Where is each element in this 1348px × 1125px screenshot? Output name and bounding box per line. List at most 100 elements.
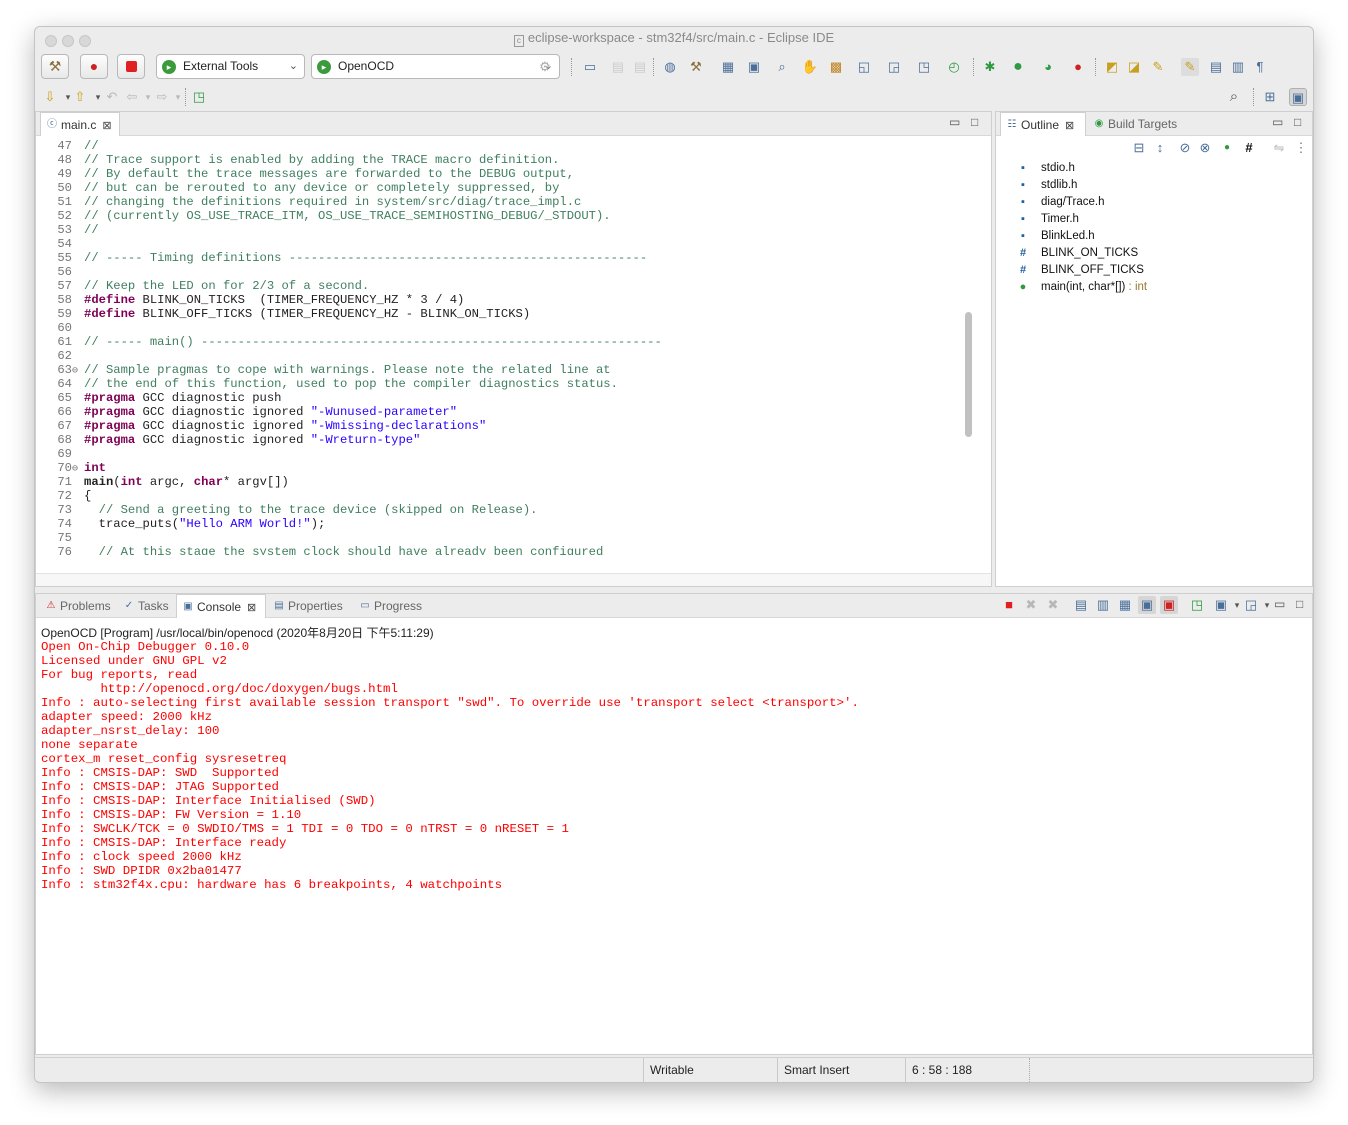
edit-block-icon[interactable]: ▤ (1207, 58, 1225, 76)
toggle-mark-icon[interactable]: ✎ (1181, 58, 1199, 76)
pin-editor-icon[interactable]: ◳ (190, 88, 208, 106)
new-wizard-icon[interactable]: ▭ (581, 58, 599, 76)
search-icon[interactable]: ⌕ (1225, 88, 1243, 106)
code-editor[interactable]: 47 // 48 // Trace support is enabled by add… (36, 139, 966, 555)
new-folder-icon[interactable]: ◲ (885, 58, 903, 76)
outline-item[interactable]: ▪ Timer.h (1021, 211, 1079, 228)
tab-properties[interactable]: ▤ Properties (268, 594, 352, 618)
code-line: 68 #pragma GCC diagnostic ignored "-Wretu… (36, 433, 966, 447)
console-line: Info : CMSIS-DAP: FW Version = 1.10 (41, 808, 302, 822)
tab-tasks[interactable]: ✓ Tasks (118, 594, 174, 618)
outline-item[interactable]: ▪ diag/Trace.h (1021, 194, 1104, 211)
tab-progress[interactable]: ▭ Progress (354, 594, 434, 618)
debug-globe-icon[interactable]: ◍ (661, 58, 679, 76)
hand-icon[interactable]: ✋ (801, 58, 819, 76)
code-keyword: #pragma (84, 405, 136, 419)
open-folder-icon[interactable]: ◪ (1125, 58, 1143, 76)
new-cpp-project-icon[interactable]: ◱ (855, 58, 873, 76)
code-line: 52 // (currently OS_USE_TRACE_ITM, OS_USE… (36, 209, 966, 223)
tab-problems[interactable]: ⚠ Problems (40, 594, 116, 618)
save-all-icon[interactable]: ▤ (631, 58, 649, 76)
pilcrow-icon[interactable]: ¶ (1251, 58, 1269, 76)
outline-panel: ☷ Outline ⊠ ◉ Build Targets ▭ □ ⊟ ↕ ⊘ ⊗ ● #… (995, 111, 1313, 587)
editor-scrollbar[interactable] (965, 312, 972, 437)
bug-icon[interactable]: ✱ (981, 58, 999, 76)
tab-build-targets[interactable]: ◉ Build Targets (1088, 112, 1188, 136)
external-tool-icon[interactable]: ● (1069, 58, 1087, 76)
close-icon[interactable]: ⊠ (102, 120, 111, 132)
line-number: 76 (57, 545, 72, 555)
close-window-button[interactable] (45, 35, 57, 47)
terminate-icon[interactable]: ■ (1000, 596, 1018, 614)
next-annotation-icon[interactable]: ⇩ (41, 88, 59, 106)
sort-icon[interactable]: ↕ (1151, 139, 1169, 157)
new-file-icon[interactable]: ◴ (945, 58, 963, 76)
previous-annotation-icon[interactable]: ⇧ (71, 88, 89, 106)
external-tools-combo[interactable]: ▸ External Tools ⌄ (156, 54, 305, 79)
minimize-icon[interactable]: ▭ (1274, 597, 1285, 611)
outline-item[interactable]: ▪ stdio.h (1021, 160, 1075, 177)
code-token: * argv[]) (223, 475, 289, 489)
hide-fields-icon[interactable]: ⊘ (1176, 139, 1194, 157)
console-line: http://openocd.org/doc/doxygen/bugs.html (41, 682, 398, 696)
tab-main-c[interactable]: ⓒ main.c ⊠ (40, 112, 120, 136)
gear-icon[interactable]: ⚙ (536, 58, 554, 76)
include-icon: ▪ (1021, 179, 1025, 191)
hide-static-icon[interactable]: ⊗ (1196, 139, 1214, 157)
launch-config-icon: ▸ (317, 60, 331, 74)
last-edit-icon[interactable]: ↶ (103, 88, 121, 106)
hide-nonpublic-icon[interactable]: ● (1218, 139, 1236, 157)
status-separator (1029, 1058, 1036, 1082)
word-wrap-icon[interactable]: ▦ (1116, 596, 1134, 614)
link-editor-icon[interactable]: ⇋ (1270, 139, 1288, 157)
show-on-output-icon[interactable]: ▣ (1138, 596, 1156, 614)
remove-all-icon[interactable]: ✖ (1044, 596, 1062, 614)
minimize-icon[interactable]: ▭ (1272, 115, 1283, 129)
open-type-icon[interactable]: ◩ (1103, 58, 1121, 76)
line-number: 56 (57, 265, 72, 279)
show-on-error-icon[interactable]: ▣ (1160, 596, 1178, 614)
clear-console-icon[interactable]: ▤ (1072, 596, 1090, 614)
tab-outline[interactable]: ☷ Outline ⊠ (1000, 112, 1086, 136)
close-icon[interactable]: ⊠ (1065, 120, 1074, 132)
search-file-icon[interactable]: ⌕ (773, 58, 791, 76)
minimize-window-button[interactable] (62, 35, 74, 47)
scroll-lock-icon[interactable]: ▥ (1094, 596, 1112, 614)
view-menu-icon[interactable]: ⋮ (1292, 139, 1310, 157)
remove-launch-icon[interactable]: ✖ (1022, 596, 1040, 614)
run-external-tool-button[interactable]: ● (80, 54, 108, 79)
minimize-icon[interactable]: ▭ (949, 115, 960, 129)
outline-item[interactable]: ● main(int, char*[]) : int (1020, 279, 1147, 296)
collapse-all-icon[interactable]: ⊟ (1130, 139, 1148, 157)
console-icon[interactable]: ▣ (745, 58, 763, 76)
open-perspective-icon[interactable]: ⊞ (1261, 88, 1279, 106)
pin-console-icon[interactable]: ◳ (1188, 596, 1206, 614)
terminate-button[interactable] (117, 54, 145, 79)
console-line: cortex_m reset_config sysresetreq (41, 752, 287, 766)
maximize-icon[interactable]: □ (971, 115, 978, 129)
maximize-icon[interactable]: □ (1294, 115, 1301, 129)
coverage-icon[interactable]: ◕ (1039, 58, 1057, 76)
code-keyword: #define (84, 293, 136, 307)
tab-console[interactable]: ▣ Console ⊠ (176, 594, 266, 618)
build-hammer-button[interactable]: ⚒ (41, 54, 69, 79)
outline-item[interactable]: ▪ stdlib.h (1021, 177, 1077, 194)
console-output[interactable]: Open On-Chip Debugger 0.10.0 Licensed und… (41, 640, 1291, 892)
binary-icon[interactable]: ▦ (719, 58, 737, 76)
show-whitespace-icon[interactable]: ▥ (1229, 58, 1247, 76)
outline-item[interactable]: ▪ BlinkLed.h (1021, 228, 1095, 245)
close-icon[interactable]: ⊠ (247, 602, 256, 614)
build-icon[interactable]: ⚒ (687, 58, 705, 76)
cube-icon[interactable]: ▩ (827, 58, 845, 76)
maximize-icon[interactable]: □ (1296, 597, 1303, 611)
zoom-window-button[interactable] (79, 35, 91, 47)
launch-configuration-combo[interactable]: ▸ OpenOCD ⌄ (311, 54, 560, 79)
edit-icon[interactable]: ✎ (1149, 58, 1167, 76)
outline-item[interactable]: # BLINK_ON_TICKS (1020, 245, 1138, 262)
cpp-perspective-icon[interactable]: ▣ (1289, 88, 1307, 106)
outline-item[interactable]: # BLINK_OFF_TICKS (1020, 262, 1144, 279)
hide-macros-icon[interactable]: # (1240, 139, 1258, 157)
run-icon[interactable]: ● (1009, 58, 1027, 76)
save-icon[interactable]: ▤ (609, 58, 627, 76)
new-class-icon[interactable]: ◳ (915, 58, 933, 76)
